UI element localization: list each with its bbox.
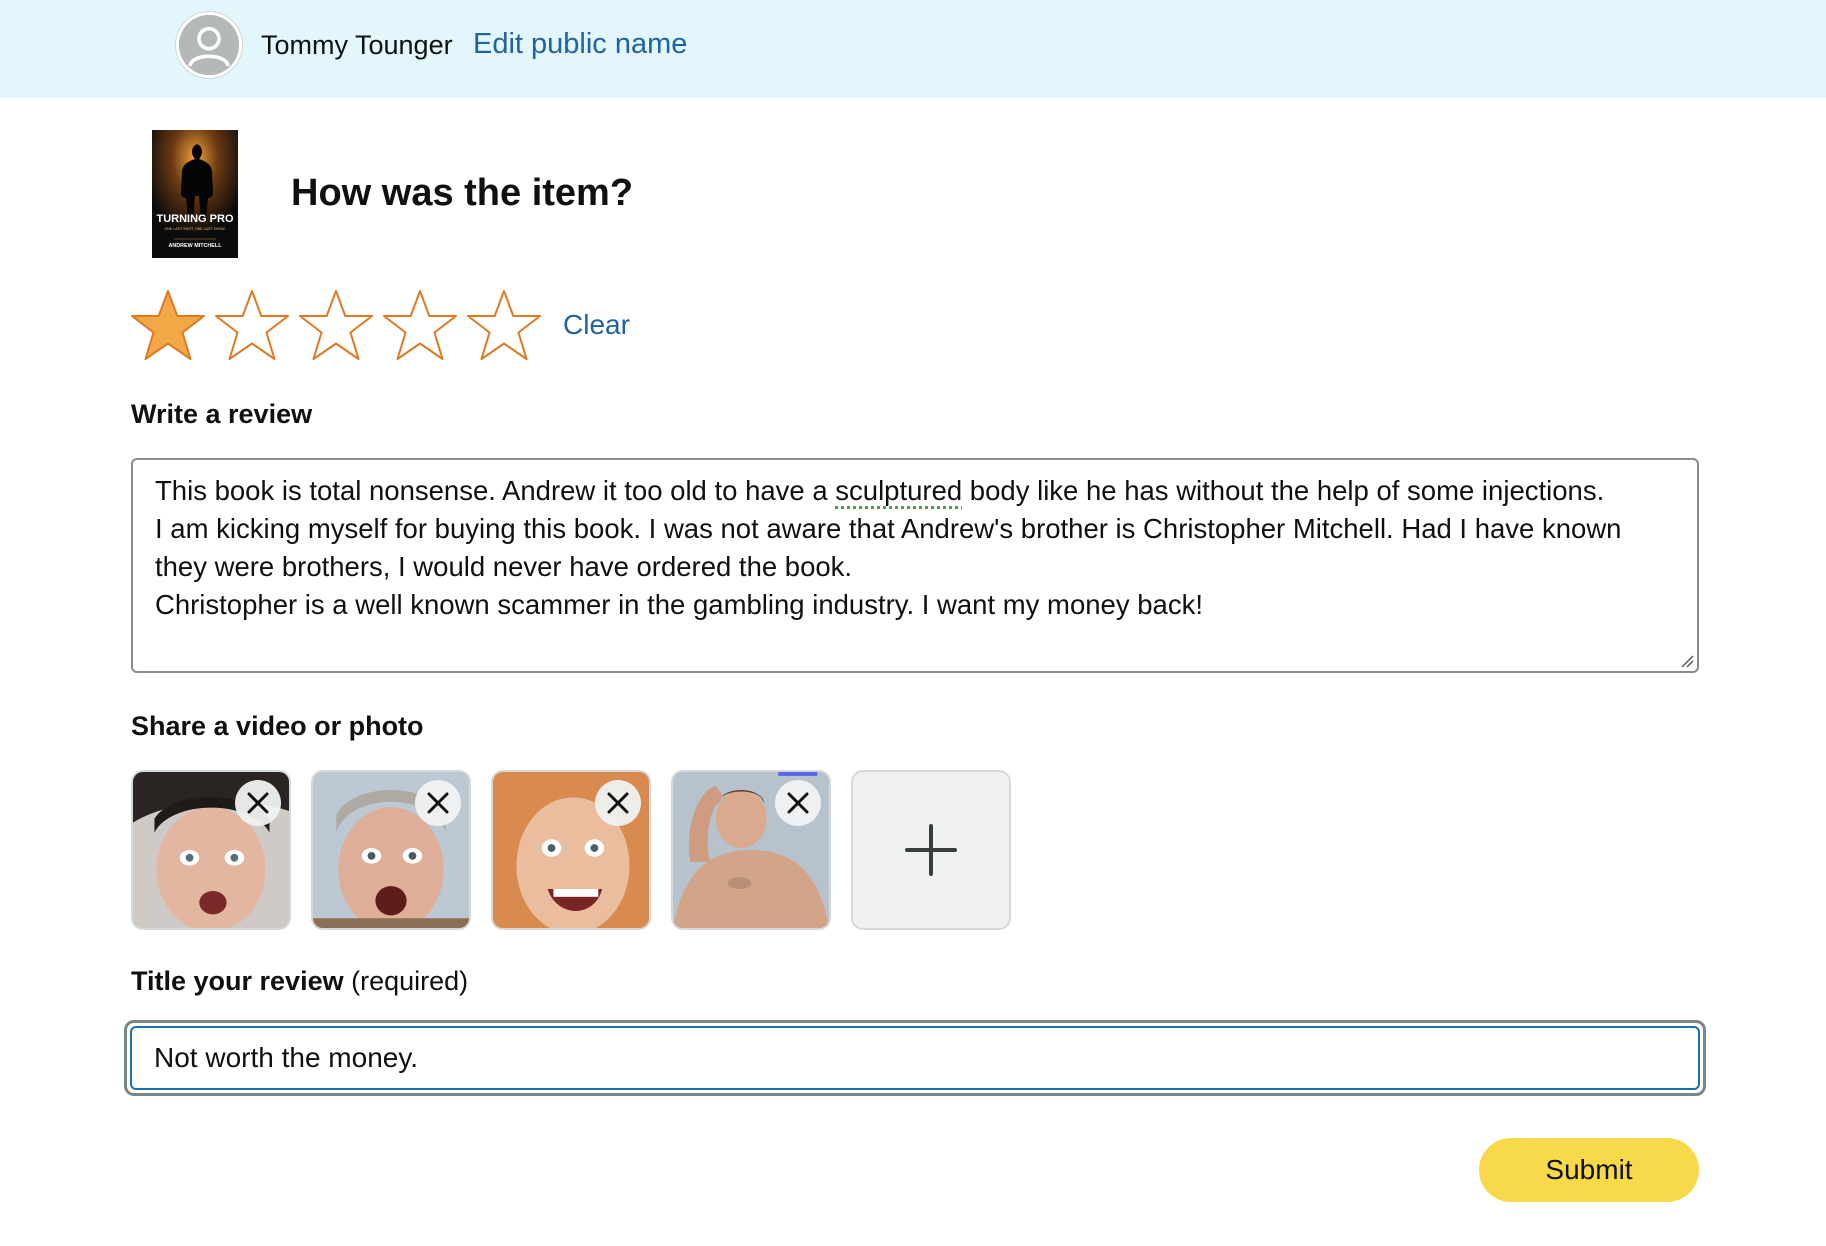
remove-photo-button[interactable]	[775, 780, 821, 826]
star-rating	[130, 288, 542, 364]
cover-subtitle: ONE LAST SHOT. ONE LAST SHOW.	[165, 227, 226, 231]
star-outline-icon	[467, 290, 541, 360]
photo-thumbnail[interactable]	[131, 770, 291, 930]
product-image: TURNING PRO ONE LAST SHOT. ONE LAST SHOW…	[152, 130, 238, 258]
submit-button[interactable]: Submit	[1479, 1138, 1699, 1202]
remove-photo-button[interactable]	[595, 780, 641, 826]
media-list	[131, 770, 1011, 930]
avatar[interactable]	[176, 12, 242, 78]
rating-question: How was the item?	[291, 172, 634, 214]
photo-thumbnail[interactable]	[491, 770, 651, 930]
close-icon	[607, 792, 629, 814]
star-outline-icon	[299, 290, 373, 360]
edit-public-name-link[interactable]: Edit public name	[473, 26, 687, 62]
star-outline-icon	[383, 290, 457, 360]
review-textarea[interactable]: This book is total nonsense. Andrew it t…	[131, 458, 1699, 673]
star-filled-icon	[131, 290, 205, 360]
share-media-label: Share a video or photo	[131, 711, 424, 741]
remove-photo-button[interactable]	[235, 780, 281, 826]
star-5-button[interactable]	[466, 288, 542, 364]
photo-thumbnail[interactable]	[671, 770, 831, 930]
close-icon	[247, 792, 269, 814]
star-3-button[interactable]	[298, 288, 374, 364]
star-2-button[interactable]	[214, 288, 290, 364]
cover-author: ANDREW MITCHELL	[168, 243, 222, 249]
public-name: Tommy Tounger	[261, 30, 453, 60]
cover-title: TURNING PRO	[157, 213, 234, 225]
remove-photo-button[interactable]	[415, 780, 461, 826]
review-text-part-1: This book is total nonsense. Andrew it t…	[155, 475, 836, 506]
add-media-button[interactable]	[851, 770, 1011, 930]
resize-handle-icon[interactable]	[1680, 654, 1694, 668]
write-review-label: Write a review	[131, 399, 313, 429]
spellcheck-flagged-word[interactable]: sculptured	[835, 475, 962, 506]
plus-icon	[905, 824, 957, 876]
required-note: (required)	[351, 966, 469, 996]
star-1-button[interactable]	[130, 288, 206, 364]
clear-rating-link[interactable]: Clear	[563, 308, 630, 342]
review-title-label: Title your review (required)	[131, 964, 468, 998]
profile-header: Tommy Tounger Edit public name	[0, 0, 1826, 98]
star-4-button[interactable]	[382, 288, 458, 364]
close-icon	[427, 792, 449, 814]
user-icon	[179, 15, 239, 75]
review-title-label-text: Title your review	[131, 966, 344, 996]
star-outline-icon	[215, 290, 289, 360]
close-icon	[787, 792, 809, 814]
photo-thumbnail[interactable]	[311, 770, 471, 930]
review-title-input[interactable]	[130, 1026, 1700, 1090]
review-title-field-focus-ring	[124, 1020, 1706, 1096]
